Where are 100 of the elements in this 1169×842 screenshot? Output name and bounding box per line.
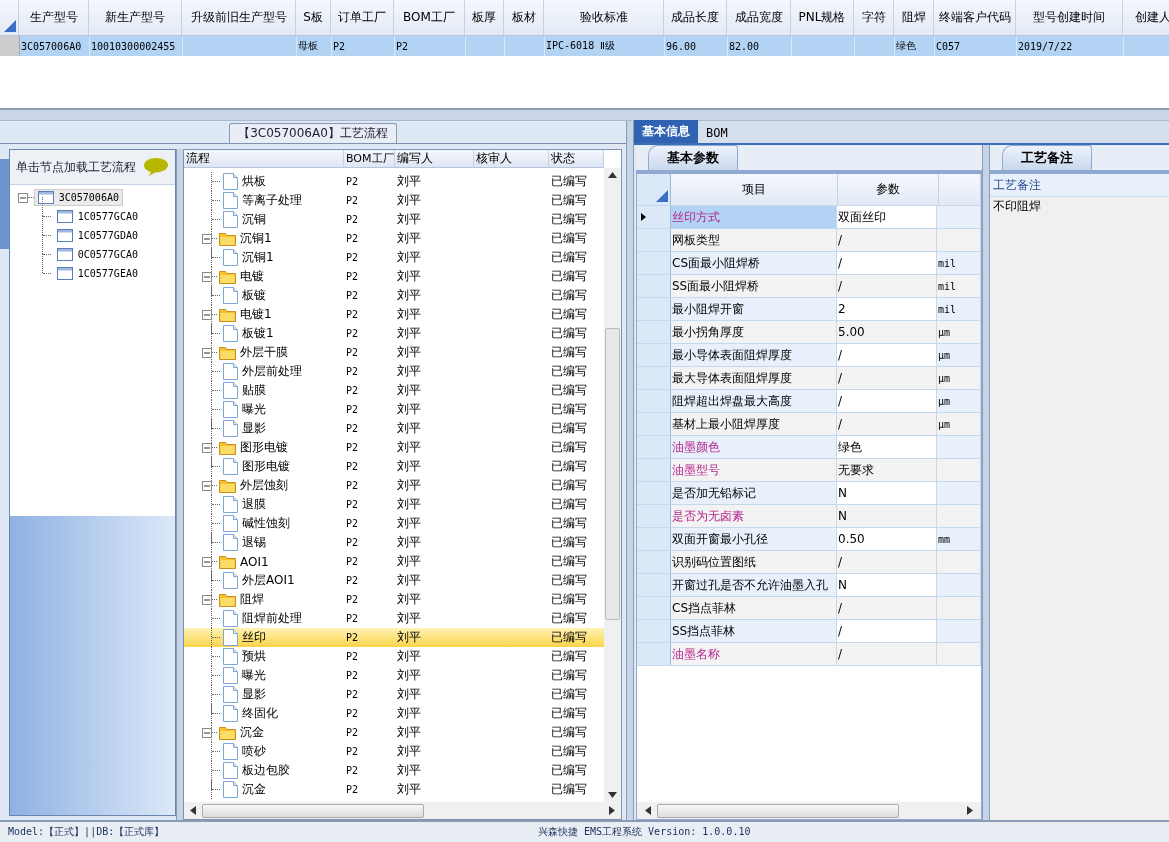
parameter-value[interactable]: / (838, 394, 843, 408)
scroll-down-icon[interactable] (608, 792, 617, 798)
table-row[interactable]: 丝印方式 双面丝印 (637, 206, 981, 229)
tree-grid-row[interactable]: 烘板 P2 刘平 已编写 (184, 172, 604, 191)
parameter-value[interactable]: / (838, 348, 843, 362)
scroll-left-icon[interactable] (645, 806, 651, 815)
tree-grid-row[interactable]: 显影 P2 刘平 已编写 (184, 685, 604, 704)
tree-grid-row[interactable]: 外层蚀刻 P2 刘平 已编写 (184, 476, 604, 495)
parameter-value[interactable]: / (838, 601, 843, 615)
table-row[interactable]: 3C057006A0 10010300002455 母板 P2 P2 IPC-6018 Ⅱ级 96.00 82.00 绿色 C057 2019/7/22 (0, 36, 1169, 56)
table-row[interactable]: SS挡点菲林 / (637, 620, 981, 643)
tab[interactable]: 基本参数 (648, 145, 738, 170)
column-header[interactable]: S板 (296, 0, 331, 35)
table-row[interactable]: 油墨型号 无要求 (637, 459, 981, 482)
side-tab[interactable] (0, 159, 9, 249)
splitter-bar[interactable] (0, 108, 1169, 121)
parameter-value[interactable]: 无要求 (838, 461, 874, 479)
tree-grid-row[interactable]: 电镀1 P2 刘平 已编写 (184, 305, 604, 324)
tree-node[interactable]: 1C0577GCA0 (53, 209, 141, 224)
table-row[interactable]: 识别码位置图纸 / (637, 551, 981, 574)
tree-grid-row[interactable]: 阻焊 P2 刘平 已编写 (184, 590, 604, 609)
table-row[interactable]: CS面最小阻焊桥 / mil (637, 252, 981, 275)
scroll-right-icon[interactable] (609, 806, 615, 815)
table-row[interactable]: 双面开窗最小孔径 0.50 mm (637, 528, 981, 551)
tree-grid-row[interactable]: 外层AOI1 P2 刘平 已编写 (184, 571, 604, 590)
tree-node[interactable]: 0C0577GCA0 (53, 247, 141, 262)
tree-grid-row[interactable]: 沉铜 P2 刘平 已编写 (184, 210, 604, 229)
table-row[interactable]: SS面最小阻焊桥 / mil (637, 275, 981, 298)
parameter-value[interactable]: N (838, 486, 847, 500)
tree-grid-row[interactable]: 外层前处理 P2 刘平 已编写 (184, 362, 604, 381)
table-row[interactable]: 开窗过孔是否不允许油墨入孔 N (637, 574, 981, 597)
column-header[interactable]: 验收标准 (544, 0, 664, 35)
table-row[interactable]: 阻焊超出焊盘最大高度 / μm (637, 390, 981, 413)
column-header[interactable]: 订单工厂 (331, 0, 394, 35)
parameter-value[interactable]: 0.50 (838, 532, 865, 546)
collapse-icon[interactable] (17, 192, 28, 203)
table-row[interactable]: 是否为无卤素 N (637, 505, 981, 528)
splitter-bar[interactable] (176, 149, 183, 820)
tree-grid-row[interactable]: 板边包胶 P2 刘平 已编写 (184, 761, 604, 780)
parameter-value[interactable]: / (838, 256, 843, 270)
tree-grid-row[interactable]: 退膜 P2 刘平 已编写 (184, 495, 604, 514)
tree-grid-row[interactable]: 沉金 P2 刘平 已编写 (184, 780, 604, 799)
column-header[interactable]: 成品宽度 (727, 0, 791, 35)
column-header[interactable]: PNL规格 (791, 0, 854, 35)
column-header[interactable]: 板厚 (465, 0, 504, 35)
parameter-value[interactable]: N (838, 578, 847, 592)
column-header[interactable]: 新生产型号 (89, 0, 182, 35)
column-header[interactable]: 编写人 (395, 150, 474, 167)
table-row[interactable]: 最小导体表面阻焊厚度 / μm (637, 344, 981, 367)
tree-grid-row[interactable]: 沉铜1 P2 刘平 已编写 (184, 229, 604, 248)
tree-node[interactable]: 1C0577GEA0 (53, 266, 141, 281)
parameter-value[interactable]: 绿色 (838, 438, 862, 456)
parameter-value[interactable]: / (838, 371, 843, 385)
tree-grid-row[interactable]: 图形电镀 P2 刘平 已编写 (184, 457, 604, 476)
parameter-value[interactable]: 2 (838, 302, 846, 316)
parameter-value[interactable]: / (838, 417, 843, 431)
column-header[interactable]: 阻焊 (894, 0, 934, 35)
tab[interactable]: 工艺备注 (1002, 145, 1092, 170)
table-row[interactable]: 最小阻焊开窗 2 mil (637, 298, 981, 321)
tree-grid-row[interactable]: 外层干膜 P2 刘平 已编写 (184, 343, 604, 362)
tree-grid-row[interactable]: 图形电镀 P2 刘平 已编写 (184, 438, 604, 457)
column-header[interactable]: 终端客户代码 (934, 0, 1016, 35)
tab[interactable]: BOM (698, 123, 736, 143)
parameter-value[interactable]: / (838, 647, 843, 661)
row-header[interactable] (637, 206, 671, 228)
table-row[interactable]: 是否加无铅标记 N (637, 482, 981, 505)
collapse-icon[interactable] (202, 727, 212, 738)
tree-grid-row[interactable]: 板镀 P2 刘平 已编写 (184, 286, 604, 305)
tree-grid-row[interactable]: 沉铜1 P2 刘平 已编写 (184, 248, 604, 267)
tree-node[interactable]: 1C0577GDA0 (53, 228, 141, 243)
column-header[interactable]: BOM工厂 (344, 150, 395, 167)
scroll-right-icon[interactable] (967, 806, 973, 815)
column-header[interactable]: 参数 (838, 174, 939, 205)
tree-grid-row[interactable]: 等离子处理 P2 刘平 已编写 (184, 191, 604, 210)
table-row[interactable]: 油墨颜色 绿色 (637, 436, 981, 459)
column-header[interactable]: 项目 (671, 174, 838, 205)
tree-grid-row[interactable]: 喷砂 P2 刘平 已编写 (184, 742, 604, 761)
tree-grid-row[interactable]: 碱性蚀刻 P2 刘平 已编写 (184, 514, 604, 533)
table-row[interactable]: 最大导体表面阻焊厚度 / μm (637, 367, 981, 390)
tree-node[interactable]: 3C057006A0 (33, 189, 123, 206)
parameter-value[interactable]: 5.00 (838, 325, 865, 339)
table-row[interactable]: 油墨名称 / (637, 643, 981, 666)
tree-grid-row[interactable]: 终固化 P2 刘平 已编写 (184, 704, 604, 723)
column-header[interactable]: 板材 (504, 0, 544, 35)
tree-grid-row[interactable]: 电镀 P2 刘平 已编写 (184, 267, 604, 286)
tab[interactable]: 基本信息 (634, 120, 698, 143)
tree-grid-row[interactable]: 曝光 P2 刘平 已编写 (184, 666, 604, 685)
parameter-value[interactable]: / (838, 279, 843, 293)
collapse-icon[interactable] (202, 347, 212, 358)
vertical-scrollbar[interactable] (604, 168, 621, 802)
column-header[interactable]: 型号创建时间 (1016, 0, 1123, 35)
parameter-value[interactable]: / (838, 233, 843, 247)
collapse-icon[interactable] (202, 233, 212, 244)
parameter-value[interactable]: / (838, 624, 843, 638)
table-row[interactable]: 网板类型 / (637, 229, 981, 252)
tree-grid-row[interactable]: AOI1 P2 刘平 已编写 (184, 552, 604, 571)
tree-grid-row[interactable]: 显影 P2 刘平 已编写 (184, 419, 604, 438)
column-header[interactable]: 状态 (549, 150, 604, 167)
tree-grid-row[interactable]: 沉金 P2 刘平 已编写 (184, 723, 604, 742)
horizontal-scrollbar[interactable] (184, 802, 621, 819)
